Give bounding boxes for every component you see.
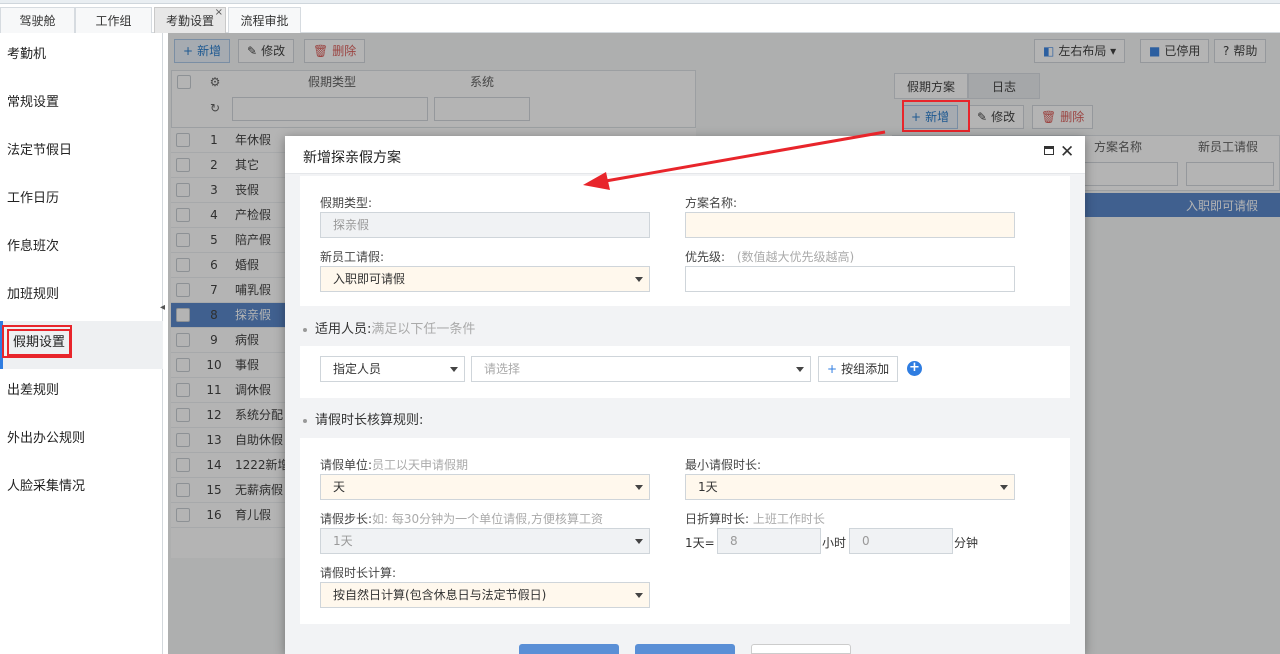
sidebar-item-label: 人脸采集情况 <box>7 479 86 494</box>
sidebar-item-label: 出差规则 <box>7 383 60 398</box>
select-value: 1天 <box>698 480 718 494</box>
hours-input[interactable]: 8 <box>717 528 821 554</box>
calc-select[interactable]: 按自然日计算(包含休息日与法定节假日) <box>320 582 650 608</box>
sidebar-item-attendance-machine[interactable]: 考勤机 <box>0 33 163 81</box>
section-label: 请假时长核算规则: <box>315 413 424 428</box>
rules-section-title: 请假时长核算规则: <box>303 409 423 428</box>
select-value: 入职即可请假 <box>333 272 406 286</box>
sidebar-item-label: 加班规则 <box>7 287 60 302</box>
top-divider <box>0 0 1280 4</box>
rules-card: 请假单位:员工以天申请假期 天 最小请假时长: 1天 请假步长:如: 每30分钟… <box>300 438 1070 624</box>
applicable-section-title: 适用人员:满足以下任一条件 <box>303 318 475 337</box>
unit-label: 请假单位: <box>320 458 373 472</box>
annotation-box-sidebar <box>2 325 72 358</box>
tab-label: 流程审批 <box>240 14 289 28</box>
chevron-down-icon <box>635 485 643 490</box>
chevron-down-icon <box>1000 485 1008 490</box>
sidebar-item-label: 外出办公规则 <box>7 431 86 446</box>
section-hint: 满足以下任一条件 <box>371 322 476 337</box>
basic-info-card: 假期类型: 探亲假 方案名称: 新员工请假: 入职即可请假 优先级: (数值越大… <box>300 176 1070 306</box>
chevron-down-icon <box>635 593 643 598</box>
priority-label-group: 优先级: (数值越大优先级越高) <box>685 248 854 265</box>
sidebar-item-label: 法定节假日 <box>7 143 73 158</box>
tab-workgroup[interactable]: 工作组 <box>75 7 152 33</box>
close-icon[interactable]: ✕ <box>1060 142 1074 162</box>
sidebar-item-label: 常规设置 <box>7 95 60 110</box>
priority-input[interactable] <box>685 266 1015 292</box>
sidebar-item-label: 考勤机 <box>7 47 47 62</box>
minutes-input[interactable]: 0 <box>849 528 953 554</box>
min-duration-select[interactable]: 1天 <box>685 474 1015 500</box>
tab-process-approval[interactable]: 流程审批 <box>228 7 301 33</box>
dialog-header: 新增探亲假方案 ✕ <box>285 136 1085 174</box>
tab-label: 工作组 <box>95 14 132 28</box>
priority-hint: (数值越大优先级越高) <box>736 250 855 264</box>
minutes-unit: 分钟 <box>954 536 979 550</box>
daily-label-group: 日折算时长: 上班工作时长 <box>685 510 825 527</box>
chevron-down-icon <box>796 367 804 372</box>
bullet-icon <box>303 327 307 332</box>
step-hint: 如: 每30分钟为一个单位请假,方便核算工资 <box>372 512 603 526</box>
unit-select[interactable]: 天 <box>320 474 650 500</box>
new-leave-plan-dialog: 新增探亲假方案 ✕ 假期类型: 探亲假 方案名称: 新员工请假: 入职即可请假 … <box>285 136 1085 654</box>
sidebar-item-label: 作息班次 <box>7 239 60 254</box>
tab-attendance-settings[interactable]: 考勤设置 × <box>154 7 226 33</box>
annotation-box-plan-add <box>902 100 970 132</box>
new-staff-select[interactable]: 入职即可请假 <box>320 266 650 292</box>
top-tab-bar: 驾驶舱 工作组 考勤设置 × 流程审批 <box>0 0 1280 33</box>
bullet-icon <box>303 418 307 423</box>
confirm-button[interactable] <box>519 644 619 654</box>
add-condition-icon[interactable]: + <box>907 361 922 376</box>
plan-name-label: 方案名称: <box>685 196 738 210</box>
sidebar-item-work-calendar[interactable]: 工作日历 <box>0 177 163 225</box>
cancel-button[interactable] <box>751 644 851 654</box>
step-select: 1天 <box>320 528 650 554</box>
sidebar-item-label: 工作日历 <box>7 191 60 206</box>
sidebar-item-business-trip-rules[interactable]: 出差规则 <box>0 369 163 417</box>
hours-unit: 小时 <box>822 536 847 550</box>
picker-placeholder: 请选择 <box>484 362 521 376</box>
select-value: 1天 <box>333 534 353 548</box>
button-label: 按组添加 <box>841 362 890 376</box>
sidebar-item-holidays[interactable]: 法定节假日 <box>0 129 163 177</box>
save-and-new-button[interactable] <box>635 644 735 654</box>
tab-cockpit[interactable]: 驾驶舱 <box>0 7 75 33</box>
select-value: 天 <box>333 480 346 494</box>
chevron-down-icon <box>635 539 643 544</box>
add-by-group-button[interactable]: + 按组添加 <box>818 356 899 382</box>
section-label: 适用人员: <box>315 322 372 337</box>
new-staff-label: 新员工请假: <box>320 250 385 264</box>
sidebar-item-overtime-rules[interactable]: 加班规则 <box>0 273 163 321</box>
applicable-card: 指定人员 请选择 + 按组添加 + <box>300 346 1070 398</box>
step-label: 请假步长: <box>320 512 373 526</box>
select-value: 指定人员 <box>333 362 382 376</box>
person-type-select[interactable]: 指定人员 <box>320 356 465 382</box>
leave-type-field: 探亲假 <box>320 212 650 238</box>
plus-icon: + <box>827 362 838 376</box>
calc-label: 请假时长计算: <box>320 566 397 580</box>
tab-close-icon[interactable]: × <box>215 0 223 26</box>
plan-name-input[interactable] <box>685 212 1015 238</box>
dialog-title: 新增探亲假方案 <box>303 150 401 166</box>
min-duration-label: 最小请假时长: <box>685 458 762 472</box>
unit-hint: 员工以天申请假期 <box>372 458 469 472</box>
unit-label-group: 请假单位:员工以天申请假期 <box>320 456 468 473</box>
daily-label: 日折算时长: <box>685 512 750 526</box>
priority-label: 优先级: <box>685 250 726 264</box>
tab-label: 考勤设置 <box>165 14 214 28</box>
select-value: 按自然日计算(包含休息日与法定节假日) <box>333 588 547 602</box>
daily-hint: 上班工作时长 <box>752 512 825 526</box>
leave-type-label: 假期类型: <box>320 196 373 210</box>
sidebar-item-outside-office-rules[interactable]: 外出办公规则 <box>0 417 163 465</box>
sidebar-item-shifts[interactable]: 作息班次 <box>0 225 163 273</box>
step-label-group: 请假步长:如: 每30分钟为一个单位请假,方便核算工资 <box>320 510 603 527</box>
maximize-icon[interactable] <box>1044 146 1054 155</box>
chevron-down-icon <box>635 277 643 282</box>
person-picker[interactable]: 请选择 <box>471 356 811 382</box>
sidebar-item-face-capture[interactable]: 人脸采集情况 <box>0 465 163 513</box>
sidebar-item-general-settings[interactable]: 常规设置 <box>0 81 163 129</box>
tab-label: 驾驶舱 <box>19 14 56 28</box>
chevron-down-icon <box>450 367 458 372</box>
day-prefix: 1天= <box>685 536 715 550</box>
